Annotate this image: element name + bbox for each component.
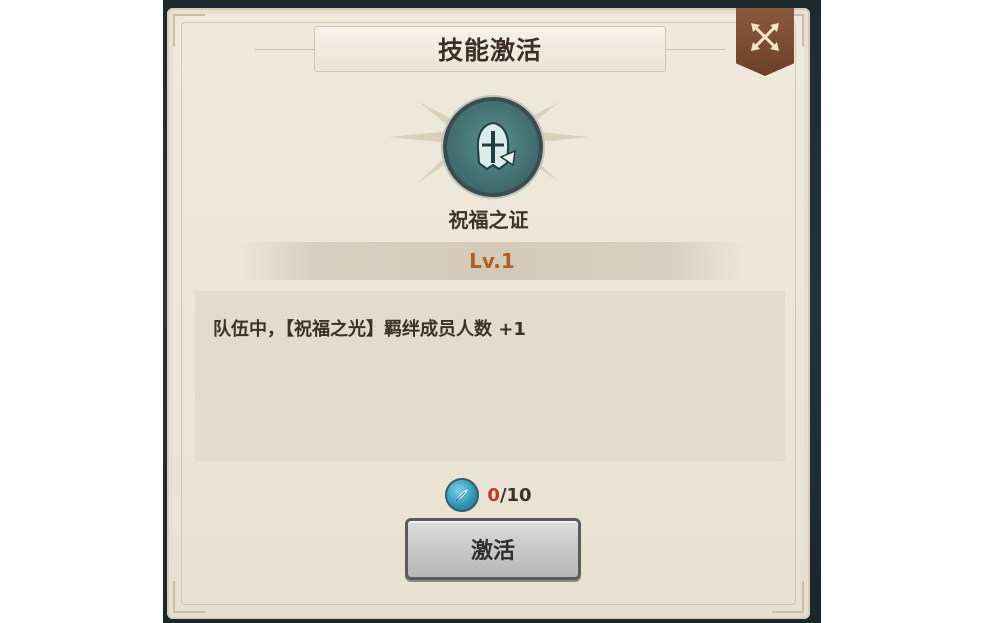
skill-description: 队伍中，【祝福之光】羁绊成员人数 +1	[213, 319, 526, 340]
activation-cost: 0/10	[167, 478, 810, 512]
skill-description-box: 队伍中，【祝福之光】羁绊成员人数 +1	[195, 291, 785, 461]
skill-level: Lv.1	[469, 249, 515, 273]
cost-separator: /	[499, 484, 507, 506]
close-button[interactable]	[736, 8, 794, 76]
corner-ornament	[173, 581, 205, 613]
crossed-arrows-icon	[751, 23, 779, 51]
cost-required: 10	[506, 484, 532, 506]
title-banner: 技能激活	[255, 26, 725, 72]
cost-current: 0	[487, 484, 500, 506]
activate-button[interactable]: 激活	[405, 518, 581, 580]
skill-activation-dialog: 技能激活 祝福之证 Lv.1 队伍中，【祝福之光】羁绊成员人数 +1 0/10 …	[167, 8, 810, 619]
level-band: Lv.1	[237, 242, 747, 280]
corner-ornament	[772, 581, 804, 613]
skill-name: 祝福之证	[448, 208, 529, 232]
knight-helmet-icon[interactable]	[443, 97, 543, 197]
corner-ornament	[173, 14, 205, 46]
dialog-title: 技能激活	[437, 36, 542, 65]
activate-button-label: 激活	[470, 539, 515, 564]
feather-token-icon	[445, 478, 480, 512]
skill-emblem	[389, 92, 589, 202]
